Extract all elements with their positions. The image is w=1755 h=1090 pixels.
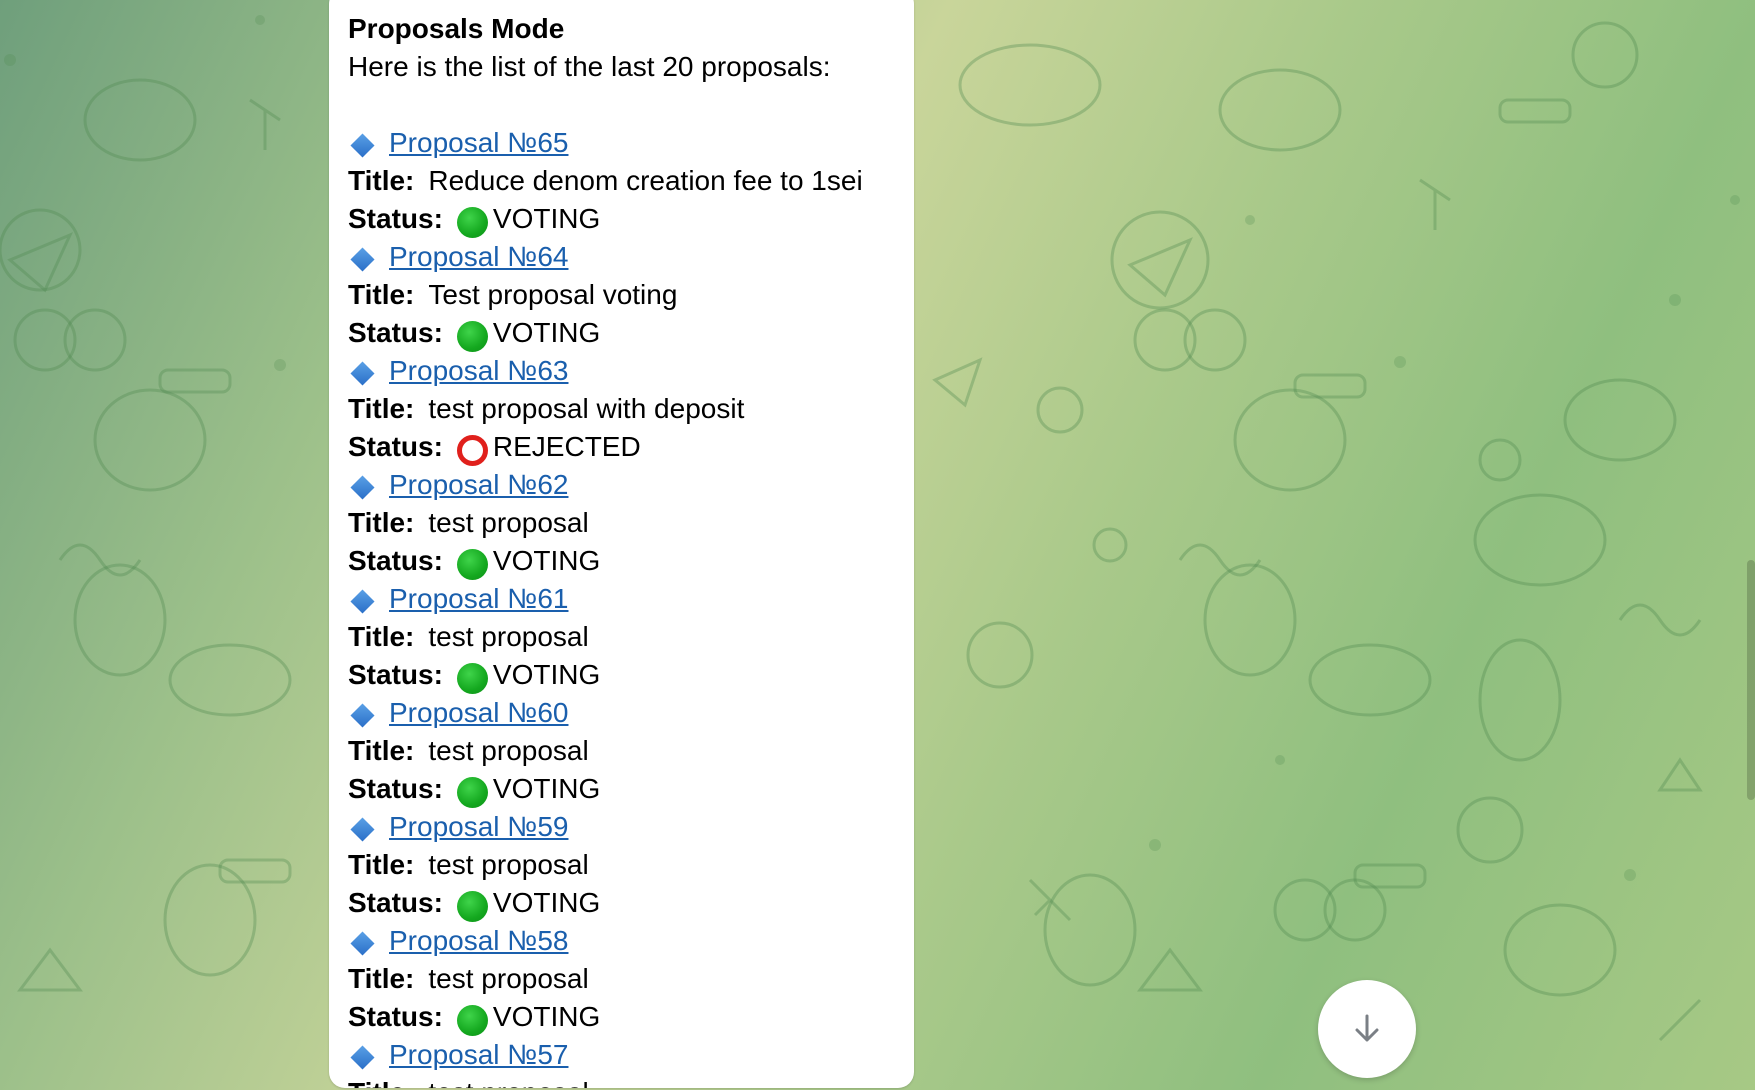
proposal-link[interactable]: Proposal №59	[389, 808, 568, 846]
proposal-title-row: Title: Test proposal voting	[348, 276, 914, 314]
proposal-link[interactable]: Proposal №63	[389, 352, 568, 390]
proposal-title-row: Title: test proposal	[348, 960, 914, 998]
green-circle-icon	[456, 662, 488, 694]
proposal-title: test proposal	[428, 1074, 588, 1088]
proposal-title: test proposal	[428, 621, 589, 652]
proposal-status: VOTING	[492, 545, 601, 576]
proposal-status: VOTING	[492, 317, 601, 348]
proposal-status-row: Status: VOTING	[348, 314, 914, 352]
proposal-link[interactable]: Proposal №57	[389, 1036, 568, 1074]
proposal-status: VOTING	[492, 659, 601, 690]
message-intro: Here is the list of the last 20 proposal…	[348, 51, 831, 82]
proposal-status-row: Status: VOTING	[348, 656, 914, 694]
green-circle-icon	[456, 320, 488, 352]
proposal-title-row: Title: test proposal with deposit	[348, 390, 914, 428]
blue-diamond-icon	[350, 702, 375, 728]
proposal-status: VOTING	[492, 773, 601, 804]
title-label: Title:	[348, 507, 415, 538]
green-circle-icon	[456, 548, 488, 580]
chat-scrollbar[interactable]	[1747, 560, 1755, 800]
title-label: Title:	[348, 735, 415, 766]
proposal-link[interactable]: Proposal №64	[389, 238, 568, 276]
status-label: Status:	[348, 431, 443, 462]
proposal-status-row: Status: VOTING	[348, 770, 914, 808]
blue-diamond-icon	[350, 474, 375, 500]
title-label: Title:	[348, 963, 415, 994]
green-circle-icon	[456, 1004, 488, 1036]
proposal-status-row: Status: VOTING	[348, 998, 914, 1036]
status-label: Status:	[348, 773, 443, 804]
proposal-link-row: Proposal №64	[348, 238, 914, 276]
title-label: Title:	[348, 621, 415, 652]
proposal-title-row: Title: test proposal	[348, 618, 914, 656]
blue-diamond-icon	[350, 246, 375, 272]
proposal-status: VOTING	[492, 887, 601, 918]
proposal-status-row: Status: REJECTED	[348, 428, 914, 466]
proposal-title-row: Title: test proposal	[348, 846, 914, 884]
status-label: Status:	[348, 659, 443, 690]
message-header: Proposals Mode	[348, 13, 565, 44]
arrow-down-icon	[1355, 1014, 1379, 1042]
title-label: Title:	[348, 165, 415, 196]
green-circle-icon	[456, 776, 488, 808]
proposal-title-row: Title: Reduce denom creation fee to 1sei	[348, 162, 914, 200]
proposal-link[interactable]: Proposal №60	[389, 694, 568, 732]
title-label: Title:	[348, 849, 415, 880]
title-label: Title:	[348, 393, 415, 424]
blue-diamond-icon	[350, 1044, 375, 1070]
proposal-link[interactable]: Proposal №62	[389, 466, 568, 504]
proposal-title: test proposal	[428, 507, 589, 538]
proposal-link-row: Proposal №60	[348, 694, 914, 732]
proposal-title: Test proposal voting	[428, 279, 678, 310]
red-hollow-circle-icon	[456, 434, 488, 466]
blue-diamond-icon	[350, 816, 375, 842]
proposals-message-bubble: Proposals Mode Here is the list of the l…	[329, 0, 914, 1088]
green-circle-icon	[456, 206, 488, 238]
proposal-status: VOTING	[492, 203, 601, 234]
proposal-title: test proposal	[428, 963, 589, 994]
proposal-link-row: Proposal №65	[348, 124, 914, 162]
proposal-link-row: Proposal №61	[348, 580, 914, 618]
proposal-title: test proposal	[428, 849, 589, 880]
proposal-link-row: Proposal №57	[348, 1036, 914, 1074]
proposal-status-row: Status: VOTING	[348, 200, 914, 238]
proposal-title-row: Title: test proposal	[348, 504, 914, 542]
status-label: Status:	[348, 1001, 443, 1032]
proposal-link[interactable]: Proposal №58	[389, 922, 568, 960]
status-label: Status:	[348, 317, 443, 348]
status-label: Status:	[348, 887, 443, 918]
proposal-link[interactable]: Proposal №65	[389, 124, 568, 162]
proposal-status: REJECTED	[492, 431, 641, 462]
green-circle-icon	[456, 890, 488, 922]
blue-diamond-icon	[350, 132, 375, 158]
blue-diamond-icon	[350, 588, 375, 614]
proposal-title: test proposal	[428, 735, 589, 766]
proposal-title-row: Title: test proposal	[348, 732, 914, 770]
blue-diamond-icon	[350, 360, 375, 386]
proposal-status-row: Status: VOTING	[348, 542, 914, 580]
proposal-title: Reduce denom creation fee to 1sei	[428, 165, 863, 196]
status-label: Status:	[348, 203, 443, 234]
title-label: Title:	[348, 279, 415, 310]
status-label: Status:	[348, 545, 443, 576]
proposal-link[interactable]: Proposal №61	[389, 580, 568, 618]
proposal-link-row: Proposal №62	[348, 466, 914, 504]
scroll-to-bottom-button[interactable]	[1318, 980, 1416, 1078]
proposal-title-row: Title: test proposal	[348, 1074, 914, 1088]
proposal-link-row: Proposal №58	[348, 922, 914, 960]
proposal-link-row: Proposal №59	[348, 808, 914, 846]
proposal-title: test proposal with deposit	[428, 393, 745, 424]
proposal-status: VOTING	[492, 1001, 601, 1032]
proposal-list: Proposal №65 Title: Reduce denom creation …	[348, 124, 914, 1088]
blue-diamond-icon	[350, 930, 375, 956]
proposal-status-row: Status: VOTING	[348, 884, 914, 922]
title-label: Title:	[348, 1074, 414, 1088]
proposal-link-row: Proposal №63	[348, 352, 914, 390]
